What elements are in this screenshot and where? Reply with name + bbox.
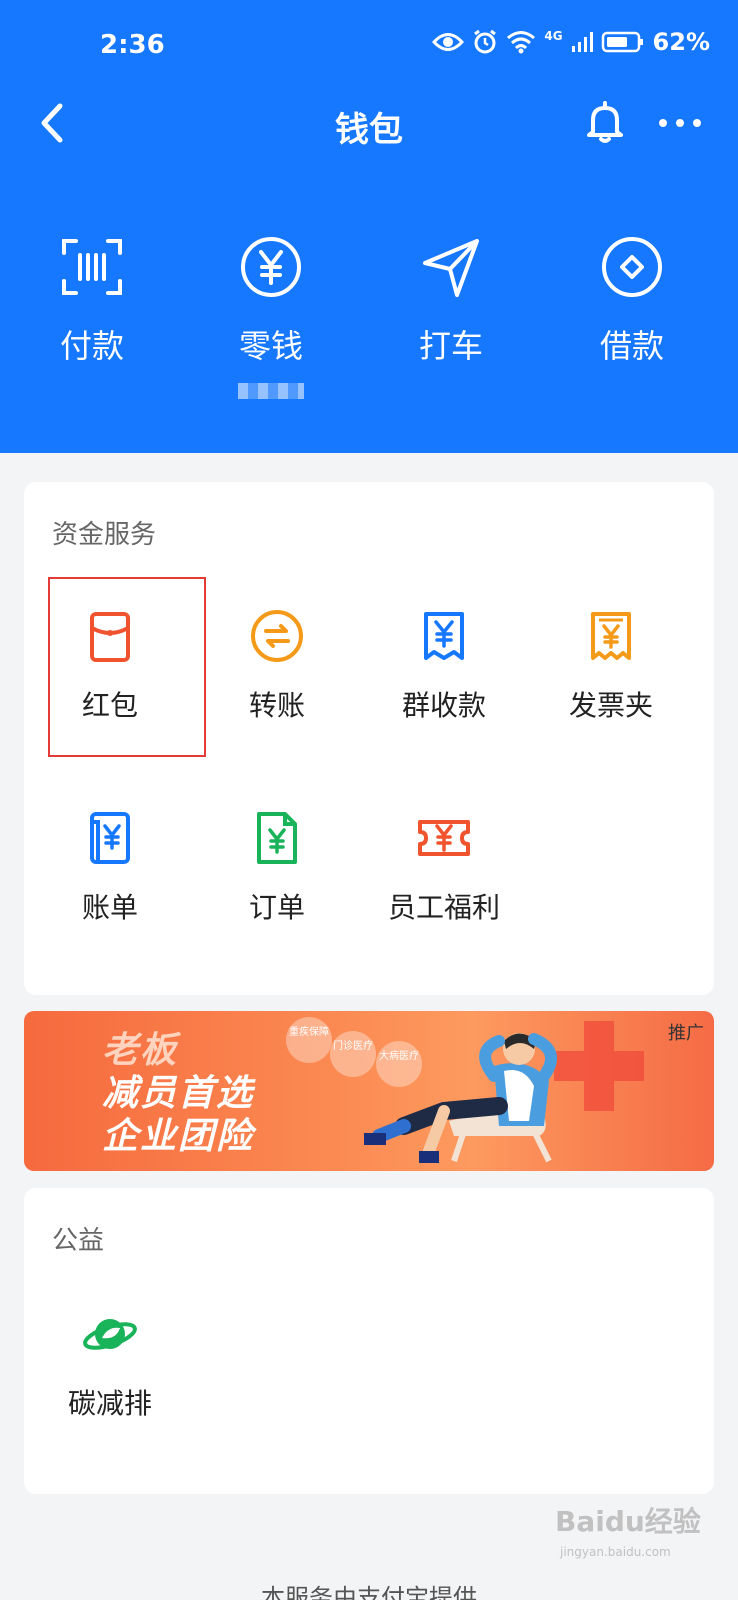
employee-benefit-icon <box>418 820 470 856</box>
service-label: 员工福利 <box>387 891 500 924</box>
service-label: 转账 <box>248 689 305 722</box>
network-type: 4G <box>544 29 563 43</box>
order-icon <box>257 812 297 864</box>
quick-taxi[interactable]: 打车 <box>376 230 526 367</box>
quick-pay-label: 付款 <box>59 327 124 365</box>
scan-pay-icon <box>62 239 122 295</box>
status-icons: 4G 62% <box>432 28 710 56</box>
more-dots-icon <box>659 119 701 127</box>
relaxing-man-illustration <box>364 1021 644 1163</box>
footer-provider-text: 本服务由支付宝提供 <box>261 1584 477 1600</box>
service-order[interactable]: 订单 <box>191 808 363 926</box>
eye-icon <box>432 33 465 51</box>
service-label: 订单 <box>248 891 305 924</box>
transfer-icon <box>251 610 303 662</box>
nav-bar: 钱包 <box>0 90 738 160</box>
loan-diamond-icon <box>602 237 662 297</box>
service-invoice-folder[interactable]: 发票夹 <box>525 606 697 724</box>
service-transfer[interactable]: 转账 <box>191 606 363 724</box>
section-title-charity: 公益 <box>52 1226 105 1256</box>
service-label: 发票夹 <box>568 689 653 722</box>
service-label: 账单 <box>81 891 138 924</box>
signal-icon <box>571 32 593 52</box>
notification-button[interactable] <box>580 98 630 148</box>
service-group-collect[interactable]: 群收款 <box>358 606 530 724</box>
battery-percent: 62% <box>652 28 710 56</box>
service-employee-benefit[interactable]: 员工福利 <box>358 808 530 926</box>
banner-line-2: 减员首选 <box>102 1073 255 1114</box>
status-time: 2:36 <box>100 30 165 60</box>
section-title-fund: 资金服务 <box>52 520 157 550</box>
battery-icon <box>601 31 643 53</box>
more-button[interactable] <box>655 98 705 148</box>
quick-taxi-label: 打车 <box>418 327 483 365</box>
navigation-arrow-icon <box>423 239 479 297</box>
wallet-header: 2:36 4G 62% 钱包 付款 零钱 打车 借款 <box>0 0 738 453</box>
watermark: Baidu经验 <box>555 1505 701 1538</box>
watermark-sub: jingyan.baidu.com <box>560 1545 671 1559</box>
banner-text: 老板 减员首选 企业团险 <box>102 1029 254 1158</box>
invoice-folder-icon <box>591 612 631 660</box>
planet-leaf-icon <box>83 1319 137 1350</box>
group-collect-icon <box>424 612 464 660</box>
quick-change[interactable]: 零钱 <box>196 230 346 399</box>
red-envelope-highlight-box <box>48 577 206 757</box>
service-label: 群收款 <box>401 689 486 722</box>
banner-bubble: 重疾保障 <box>286 1017 332 1063</box>
quick-loan[interactable]: 借款 <box>557 230 707 367</box>
wifi-icon <box>507 31 536 54</box>
banner-line-1: 老板 <box>102 1030 179 1071</box>
promo-tag: 推广 <box>668 1023 704 1044</box>
service-label: 碳减排 <box>67 1387 152 1420</box>
quick-pay[interactable]: 付款 <box>17 230 167 367</box>
quick-loan-label: 借款 <box>599 327 664 365</box>
service-carbon-reduction[interactable]: 碳减排 <box>24 1304 196 1422</box>
promo-banner[interactable]: 老板 减员首选 企业团险 重疾保障 门诊医疗 大病医疗 推广 <box>24 1011 714 1171</box>
quick-actions: 付款 零钱 打车 借款 <box>0 230 738 410</box>
charity-card: 公益 碳减排 <box>24 1188 714 1494</box>
bill-icon <box>90 812 130 864</box>
quick-change-label: 零钱 <box>238 327 303 365</box>
status-bar: 2:36 4G 62% <box>0 0 738 90</box>
balance-blurred <box>238 383 304 399</box>
alarm-icon <box>474 29 497 54</box>
banner-line-3: 企业团险 <box>102 1116 255 1157</box>
service-bill[interactable]: 账单 <box>24 808 196 926</box>
bell-icon <box>587 101 623 143</box>
yuan-coin-icon <box>241 237 301 297</box>
